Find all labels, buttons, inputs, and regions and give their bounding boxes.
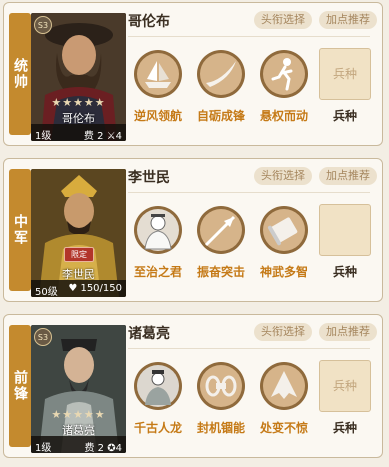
- arms-slot[interactable]: 兵种: [319, 48, 371, 100]
- peak-icon: [260, 362, 308, 410]
- hero-level: 1级: [35, 443, 52, 453]
- cost-value: 费 2: [83, 131, 104, 141]
- portrait-status-bar: 50级 ♥ 150/150: [31, 280, 126, 297]
- sage-icon: [134, 362, 182, 410]
- title-select-button[interactable]: 头衔选择: [254, 167, 312, 185]
- title-select-button[interactable]: 头衔选择: [254, 323, 312, 341]
- position-label: 统帅: [9, 13, 31, 135]
- cost-value: 费 2: [84, 443, 105, 453]
- emperor-icon: [134, 206, 182, 254]
- position-label: 前锋: [9, 325, 31, 447]
- arms-slot[interactable]: 兵种: [319, 360, 371, 412]
- skill-name: 振奋突击: [196, 265, 245, 279]
- points-recommend-button[interactable]: 加点推荐: [319, 323, 377, 341]
- hero-card-li-shimin: 中军 限定 李世民 50级 ♥ 150/150 李世民 头衔选择 加点推荐 至治…: [3, 158, 383, 302]
- hero-cost: 费 2 ⚔4: [84, 127, 122, 141]
- arms-label: 兵种: [332, 109, 357, 123]
- troop-capacity: ♥ 150/150: [68, 283, 122, 294]
- divider: [128, 36, 370, 37]
- hero-name: 诸葛亮: [128, 326, 170, 342]
- hero-portrait[interactable]: S3 ★★★★★ 哥伦布 1级 费 2 ⚔4: [31, 13, 126, 141]
- hero-name: 哥伦布: [128, 14, 170, 30]
- skill-name: 封机锢能: [196, 421, 245, 435]
- spear-icon: [197, 206, 245, 254]
- scroll-icon: [260, 206, 308, 254]
- limited-badge: 限定: [64, 247, 94, 262]
- skill-slot-1[interactable]: 至治之君: [132, 205, 184, 280]
- troop-count: 4: [115, 443, 122, 453]
- hero-level: 50级: [35, 287, 58, 297]
- blade-icon: [197, 50, 245, 98]
- hero-card-columbus: 统帅 S3 ★★★★★ 哥伦布 1级 费 2 ⚔4 哥伦布 头衔选择 加点推荐 …: [3, 2, 383, 146]
- chain-icon: [197, 362, 245, 410]
- position-label: 中军: [9, 169, 31, 291]
- hero-cost: 费 2 ✪4: [85, 439, 123, 453]
- arms-label: 兵种: [332, 265, 357, 279]
- skill-name: 至治之君: [133, 265, 182, 279]
- arms-slot[interactable]: [319, 204, 371, 256]
- skill-name: 神武多智: [259, 265, 308, 279]
- title-select-button[interactable]: 头衔选择: [254, 11, 312, 29]
- runner-icon: [260, 50, 308, 98]
- divider: [128, 192, 370, 193]
- hero-portrait[interactable]: S3 ★★★★★ 诸葛亮 1级 费 2 ✪4: [31, 325, 126, 453]
- season-badge: S3: [34, 16, 52, 34]
- ship-icon: [134, 50, 182, 98]
- skill-slot-2[interactable]: 封机锢能: [195, 361, 247, 436]
- troop-count: 4: [115, 131, 122, 141]
- points-recommend-button[interactable]: 加点推荐: [319, 167, 377, 185]
- portrait-status-bar: 1级 费 2 ⚔4: [31, 124, 126, 141]
- skill-name: 逆风领航: [133, 109, 182, 123]
- season-badge: S3: [34, 328, 52, 346]
- portrait-status-bar: 1级 费 2 ✪4: [31, 436, 126, 453]
- skill-name: 悬权而动: [259, 109, 308, 123]
- skill-name: 自砺成锋: [196, 109, 245, 123]
- skill-name: 千古人龙: [133, 421, 182, 435]
- skill-slot-3[interactable]: 处变不惊: [258, 361, 310, 436]
- skill-slot-2[interactable]: 振奋突击: [195, 205, 247, 280]
- skill-slot-1[interactable]: 千古人龙: [132, 361, 184, 436]
- skill-name: 处变不惊: [259, 421, 308, 435]
- skill-slot-1[interactable]: 逆风领航: [132, 49, 184, 124]
- hero-level: 1级: [35, 131, 52, 141]
- divider: [128, 348, 370, 349]
- troop-count-icon: ⚔: [106, 131, 116, 141]
- hero-name: 李世民: [128, 170, 170, 186]
- points-recommend-button[interactable]: 加点推荐: [319, 11, 377, 29]
- star-rating: ★★★★★: [51, 408, 106, 421]
- hero-portrait[interactable]: 限定 李世民 50级 ♥ 150/150: [31, 169, 126, 297]
- skill-slot-3[interactable]: 神武多智: [258, 205, 310, 280]
- star-rating: ★★★★★: [51, 96, 106, 109]
- skill-slot-3[interactable]: 悬权而动: [258, 49, 310, 124]
- arms-label: 兵种: [332, 421, 357, 435]
- skill-slot-2[interactable]: 自砺成锋: [195, 49, 247, 124]
- troop-count-icon: ✪: [107, 443, 116, 453]
- hero-card-zhuge-liang: 前锋 S3 ★★★★★ 诸葛亮 1级 费 2 ✪4 诸葛亮 头衔选择 加点推荐 …: [3, 314, 383, 458]
